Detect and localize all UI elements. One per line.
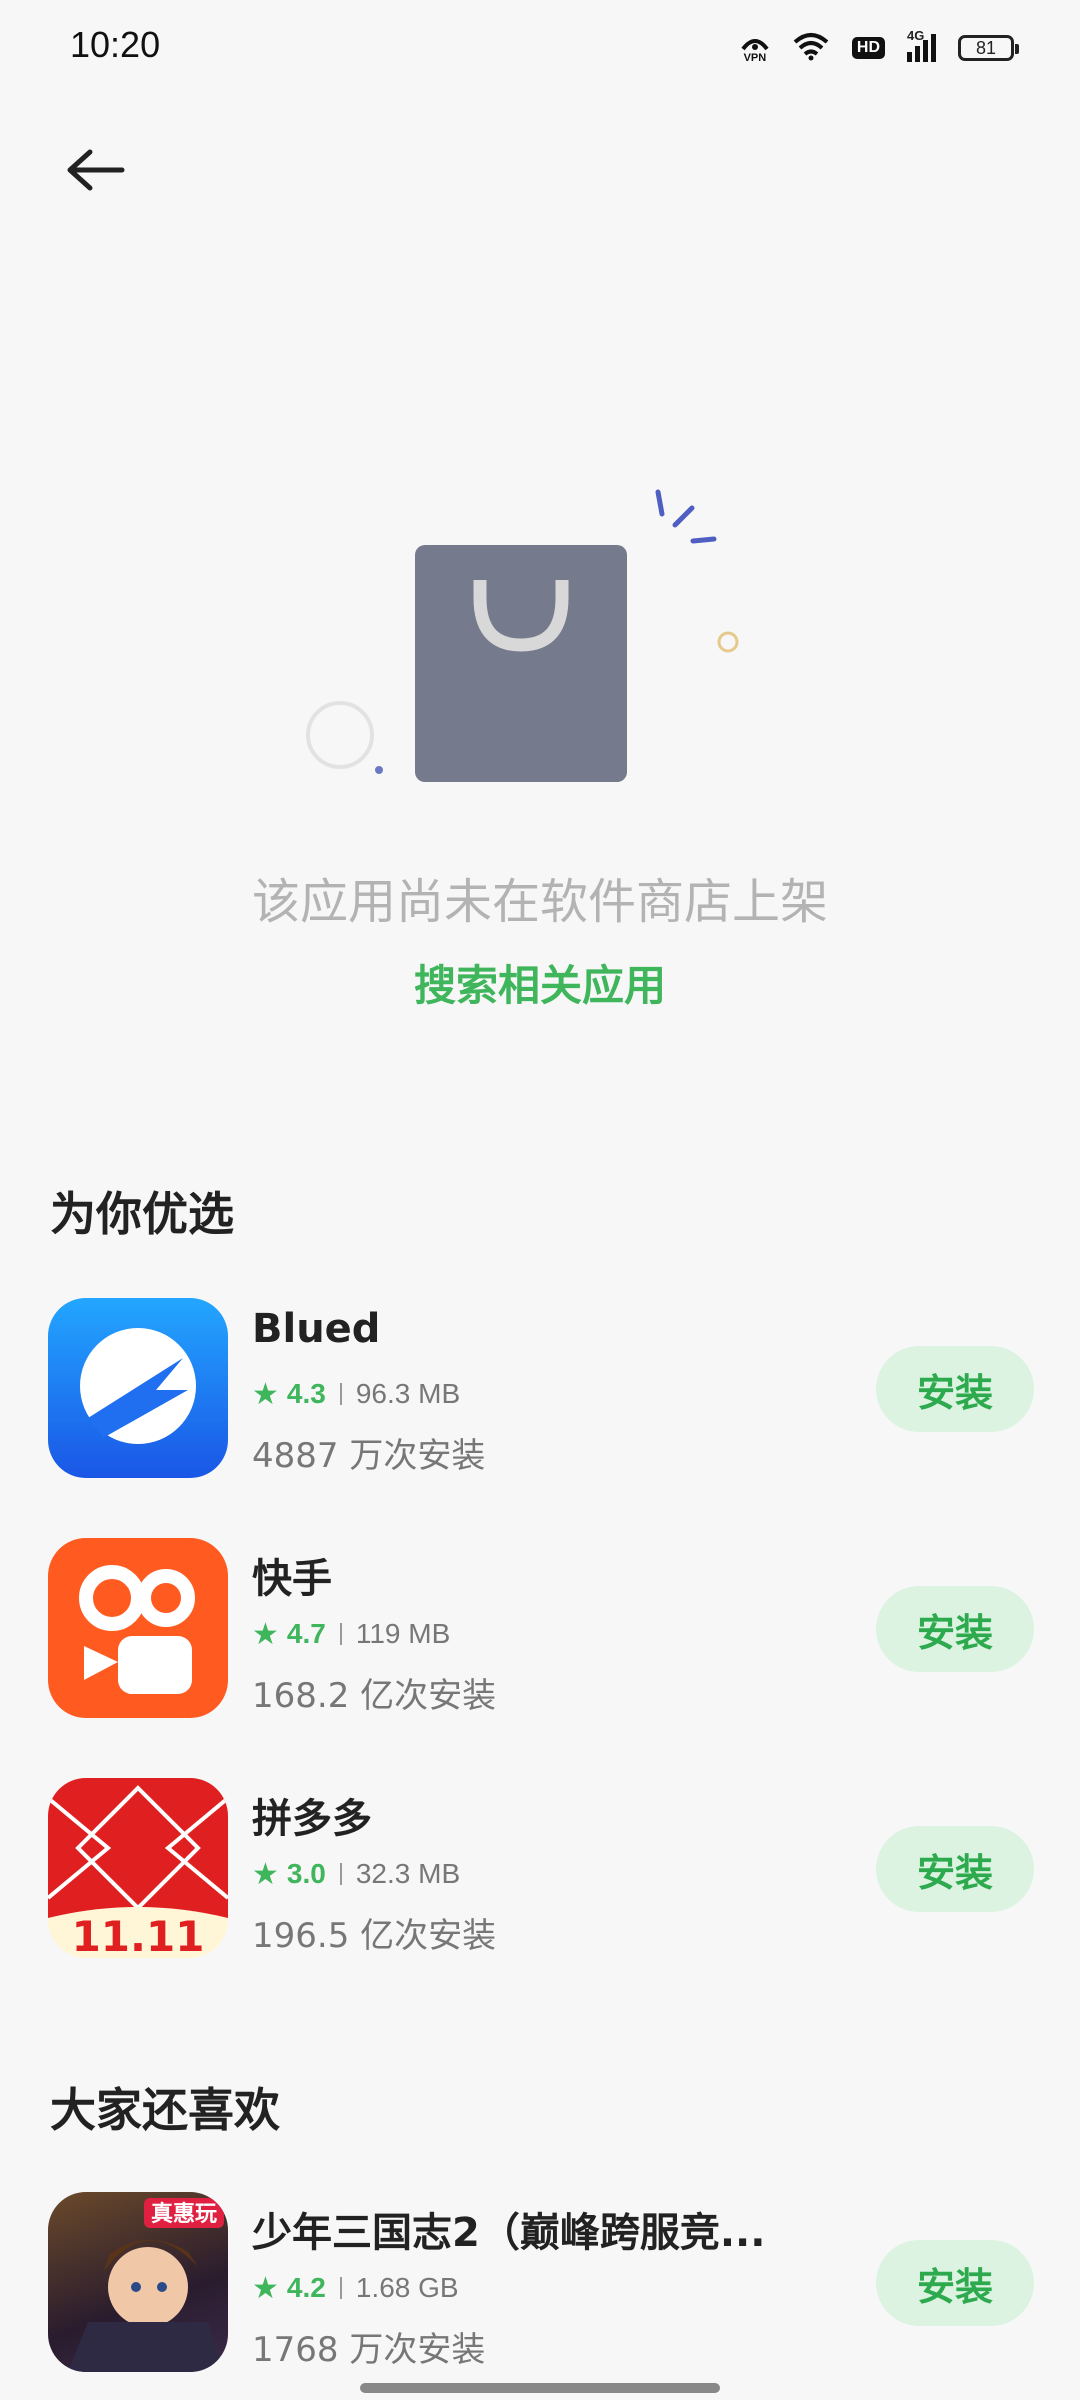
section-title-recommended: 为你优选 — [50, 1187, 234, 1241]
battery-icon: 81 — [958, 35, 1019, 61]
section-title-also-like: 大家还喜欢 — [50, 2083, 280, 2137]
app-row[interactable]: Blued ★ 4.3 96.3 MB 4887 万次安装 安装 — [0, 1298, 1080, 1478]
home-indicator[interactable] — [360, 2383, 720, 2393]
app-meta: ★ 4.7 119 MB — [252, 1614, 450, 1654]
game-icon: 真惠玩 — [48, 2192, 228, 2372]
status-time: 10:20 — [70, 24, 161, 65]
app-size: 32.3 MB — [355, 1858, 461, 1889]
app-rating: 4.2 — [286, 2272, 326, 2303]
star-icon: ★ — [252, 1377, 279, 1411]
app-size: 119 MB — [355, 1618, 451, 1649]
app-name: 拼多多 — [252, 1796, 372, 1842]
app-rating: 4.7 — [286, 1618, 326, 1649]
divider — [339, 2277, 342, 2299]
promo-badge-text: 真惠玩 — [151, 2201, 217, 2227]
search-related-apps-link[interactable]: 搜索相关应用 — [0, 952, 1080, 1013]
empty-state-message: 该应用尚未在软件商店上架 — [251, 874, 828, 930]
app-name: 快手 — [252, 1556, 332, 1602]
shopping-bag-illustration — [300, 480, 760, 800]
app-name: 少年三国志2（巅峰跨服竞... — [252, 2210, 766, 2256]
wifi-icon — [792, 31, 830, 65]
kuaishou-icon — [48, 1538, 228, 1718]
divider — [339, 1383, 342, 1405]
app-install-count: 4887 万次安装 — [252, 1436, 486, 1476]
app-row[interactable]: 真惠玩 少年三国志2（巅峰跨服竞... ★ 4.2 1.68 GB 1768 万… — [0, 2192, 1080, 2372]
hd-icon: HD — [851, 37, 885, 59]
app-install-count: 196.5 亿次安装 — [252, 1916, 497, 1956]
status-bar: 10:20 VPN HD 4G 81 — [0, 0, 1080, 96]
install-button[interactable]: 安装 — [876, 1346, 1034, 1432]
app-meta: ★ 4.2 1.68 GB — [252, 2268, 459, 2308]
signal-icon: 4G — [907, 28, 936, 62]
install-button[interactable]: 安装 — [876, 1826, 1034, 1912]
vpn-icon: VPN — [740, 33, 770, 64]
app-rating: 3.0 — [286, 1858, 326, 1889]
app-meta: ★ 3.0 32.3 MB — [252, 1854, 460, 1894]
star-icon: ★ — [252, 1617, 279, 1651]
status-icons: VPN HD 4G 81 — [740, 28, 1019, 68]
star-icon: ★ — [252, 2271, 279, 2305]
app-size: 96.3 MB — [355, 1378, 461, 1409]
blued-icon — [48, 1298, 228, 1478]
pinduoduo-icon: 11.11 — [48, 1778, 228, 1958]
install-button[interactable]: 安装 — [876, 2240, 1034, 2326]
divider — [339, 1863, 342, 1885]
back-button[interactable] — [56, 130, 136, 210]
install-button[interactable]: 安装 — [876, 1586, 1034, 1672]
back-arrow-icon — [67, 149, 125, 191]
app-rating: 4.3 — [286, 1378, 326, 1409]
app-row[interactable]: 11.11 拼多多 ★ 3.0 32.3 MB 196.5 亿次安装 安装 — [0, 1778, 1080, 1958]
app-row[interactable]: 快手 ★ 4.7 119 MB 168.2 亿次安装 安装 — [0, 1538, 1080, 1718]
app-size: 1.68 GB — [355, 2272, 459, 2303]
app-meta: ★ 4.3 96.3 MB — [252, 1374, 460, 1414]
star-icon: ★ — [252, 1857, 279, 1891]
divider — [339, 1623, 342, 1645]
app-name: Blued — [252, 1306, 381, 1352]
svg-text:11.11: 11.11 — [72, 1912, 205, 1958]
app-install-count: 168.2 亿次安装 — [252, 1676, 497, 1716]
app-install-count: 1768 万次安装 — [252, 2330, 486, 2370]
